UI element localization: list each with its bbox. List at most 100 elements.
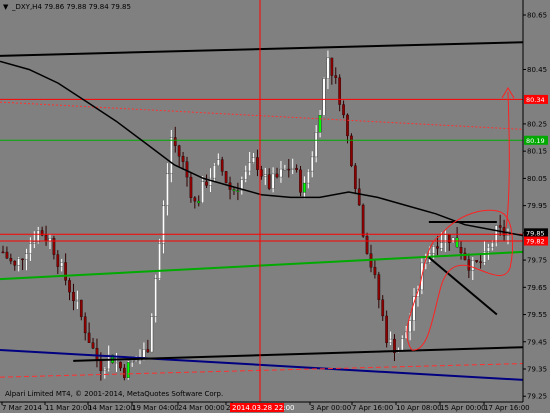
candle-body (173, 137, 177, 146)
x-tick-label: 7 Apr 16:00 (352, 404, 393, 412)
x-tick-labels: 7 Mar 2014 11 Mar 20:0014 Mar 12:0019 Mar… (1, 402, 530, 412)
y-tick-label: 80.15 (527, 148, 547, 156)
x-tick-label: 14 Mar 12:00 (88, 404, 135, 412)
y-tick-label: 79.45 (527, 338, 547, 346)
candle-body (115, 361, 118, 364)
candle-body (389, 338, 392, 344)
y-tick-label: 79.25 (527, 393, 547, 401)
candle-body (271, 173, 275, 189)
candle-body (181, 156, 185, 162)
y-tick-label: 80.65 (527, 12, 547, 20)
candle-body (154, 278, 158, 317)
candle-body (479, 261, 482, 263)
candle-body (134, 360, 138, 362)
candle-body (326, 57, 330, 79)
candle-body (185, 161, 189, 178)
price-tag-label: 80.19 (526, 137, 545, 145)
y-tick-label: 79.65 (527, 284, 547, 292)
candle-body (9, 258, 13, 262)
price-chart[interactable]: 80.65 80.45 80.25 80.15 80.05 79.95 79.85 79.75… (0, 0, 550, 413)
candle-body (60, 262, 64, 267)
candle-body (205, 181, 208, 186)
candle-body (361, 204, 365, 237)
candle-body (357, 188, 361, 206)
candle-body (32, 241, 36, 244)
candle-body (263, 174, 267, 177)
y-tick-label: 79.55 (527, 311, 547, 319)
candle-body (146, 349, 150, 353)
price-tag-label: 80.34 (526, 96, 545, 104)
candle-body (252, 157, 255, 163)
chart-title-arrow: ▼ (3, 3, 9, 11)
candle-body (322, 78, 326, 116)
x-tick-label: 11 Mar 20:00 (45, 404, 92, 412)
candle-body (201, 181, 205, 204)
y-tick-label: 80.45 (527, 66, 547, 74)
candle-body (467, 259, 471, 271)
candle-body (68, 280, 71, 293)
candle-body (373, 267, 377, 275)
candle-body (189, 176, 193, 198)
candle-body (314, 132, 318, 158)
candle-body (197, 200, 201, 204)
x-tick-label: 24 Mar 00:00 (178, 404, 225, 412)
candle-body (451, 237, 455, 243)
y-tick-label: 79.35 (527, 366, 547, 374)
candle-body (244, 170, 248, 180)
y-tick-label: 80.05 (527, 175, 547, 183)
candle-body (287, 168, 291, 171)
candle-body (169, 137, 173, 174)
candle-body (459, 247, 463, 254)
candle-body (346, 114, 349, 137)
candle-body (25, 253, 28, 261)
x-tick-label: 19 Mar 04:00 (132, 404, 179, 412)
candle-body (76, 299, 79, 302)
candle-body (224, 171, 228, 183)
candle-body (275, 173, 279, 178)
y-tick-label: 79.75 (527, 257, 547, 265)
candle-body (400, 338, 404, 351)
candle-body (432, 246, 435, 254)
candle-body (248, 162, 251, 172)
candle-body (209, 177, 212, 186)
symbol-line: _DXY,H4 79.86 79.88 79.84 79.85 (11, 3, 131, 11)
candle-body (21, 258, 24, 261)
candle-body (440, 242, 443, 249)
candle-body (299, 169, 302, 193)
x-tick-label: 17 Apr 16:00 (484, 404, 530, 412)
candle-body (436, 246, 439, 249)
candle-body (103, 368, 107, 372)
candle-body (48, 238, 52, 241)
candle-body (385, 315, 388, 344)
candle-body (64, 262, 67, 281)
candle-body (260, 169, 263, 177)
candle-body (1, 251, 5, 254)
candle-body (408, 320, 412, 333)
candle-body (177, 145, 181, 157)
candle-body (318, 115, 322, 133)
candle-body (447, 234, 451, 243)
candle-body (220, 159, 224, 172)
candle-body (487, 246, 490, 252)
candle-body (56, 254, 60, 267)
candle-body (283, 168, 287, 171)
x-tick-label: 10 Apr 08:00 (396, 404, 442, 412)
candle-body (119, 361, 122, 369)
candle-body (99, 360, 103, 372)
candle-body (166, 173, 169, 206)
candle-body (256, 157, 259, 170)
x-tick-label: 2014.03.28 22:00 (232, 404, 294, 412)
candle-body (29, 243, 32, 254)
candle-body (158, 243, 161, 279)
candle-body (353, 165, 357, 189)
candle-body (279, 168, 283, 178)
candle-body (5, 251, 9, 259)
candle-body (306, 170, 310, 184)
candle-body (79, 299, 83, 317)
x-tick-label: 7 Mar 2014 (2, 404, 42, 412)
price-tag-label: 79.82 (526, 238, 545, 246)
candle-body (213, 164, 216, 179)
candle-body (471, 260, 475, 271)
x-tick-label: 15 Apr 00:00 (440, 404, 486, 412)
candle-body (295, 167, 298, 170)
